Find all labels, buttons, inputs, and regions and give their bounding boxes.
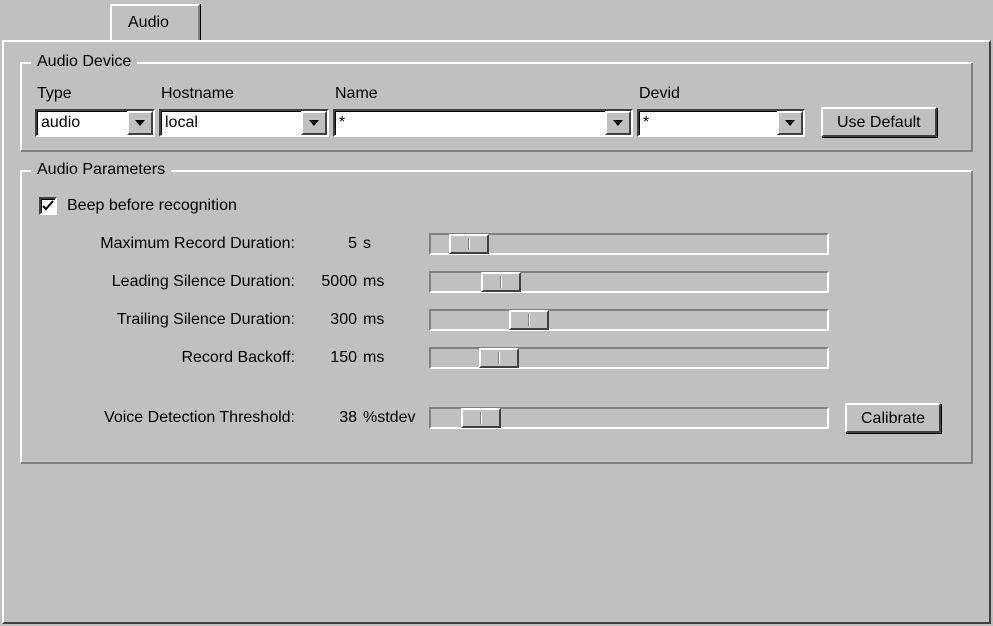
devid-combo[interactable]: *: [637, 109, 805, 137]
lead-silence-label: Leading Silence Duration:: [35, 273, 299, 291]
tab-bar: Audio: [2, 0, 993, 40]
trail-silence-value: 300: [299, 311, 357, 329]
hostname-label: Hostname: [159, 85, 329, 103]
audio-panel: Audio Device Type audio Hostname local: [2, 40, 991, 624]
audio-device-legend: Audio Device: [31, 53, 137, 71]
devid-field: Devid *: [637, 85, 805, 137]
record-backoff-unit: ms: [357, 349, 429, 367]
devid-label: Devid: [637, 85, 805, 103]
dropdown-icon[interactable]: [605, 111, 631, 135]
type-field: Type audio: [35, 85, 155, 137]
vdt-slider[interactable]: [429, 407, 829, 429]
audio-parameters-legend: Audio Parameters: [31, 161, 171, 179]
type-combo[interactable]: audio: [35, 109, 155, 137]
hostname-combo[interactable]: local: [159, 109, 329, 137]
audio-device-group: Audio Device Type audio Hostname local: [20, 62, 973, 152]
name-value: *: [335, 111, 605, 135]
slider-thumb[interactable]: [481, 272, 521, 292]
trail-silence-label: Trailing Silence Duration:: [35, 311, 299, 329]
max-record-label: Maximum Record Duration:: [35, 235, 299, 253]
vdt-row: Voice Detection Threshold: 38 %stdev Cal…: [35, 403, 958, 433]
lead-silence-row: Leading Silence Duration: 5000 ms: [35, 271, 958, 293]
max-record-slider[interactable]: [429, 233, 829, 255]
beep-checkbox[interactable]: [39, 197, 57, 215]
lead-silence-value: 5000: [299, 273, 357, 291]
trail-silence-unit: ms: [357, 311, 429, 329]
slider-thumb[interactable]: [449, 234, 489, 254]
hostname-value: local: [161, 111, 301, 135]
audio-parameters-group: Audio Parameters Beep before recognition…: [20, 170, 973, 464]
trail-silence-row: Trailing Silence Duration: 300 ms: [35, 309, 958, 331]
vdt-unit: %stdev: [357, 409, 429, 427]
vdt-value: 38: [299, 409, 357, 427]
max-record-row: Maximum Record Duration: 5 s: [35, 233, 958, 255]
dropdown-icon[interactable]: [777, 111, 803, 135]
record-backoff-row: Record Backoff: 150 ms: [35, 347, 958, 369]
type-value: audio: [37, 111, 127, 135]
type-label: Type: [35, 85, 155, 103]
lead-silence-unit: ms: [357, 273, 429, 291]
slider-thumb[interactable]: [509, 310, 549, 330]
calibrate-label: Calibrate: [861, 410, 925, 427]
tab-audio-label: Audio: [128, 14, 169, 31]
max-record-value: 5: [299, 235, 357, 253]
use-default-label: Use Default: [837, 114, 921, 131]
slider-thumb[interactable]: [479, 348, 519, 368]
name-field: Name *: [333, 85, 633, 137]
dropdown-icon[interactable]: [301, 111, 327, 135]
dropdown-icon[interactable]: [127, 111, 153, 135]
slider-thumb[interactable]: [461, 408, 501, 428]
record-backoff-slider[interactable]: [429, 347, 829, 369]
trail-silence-slider[interactable]: [429, 309, 829, 331]
record-backoff-value: 150: [299, 349, 357, 367]
devid-value: *: [639, 111, 777, 135]
hostname-field: Hostname local: [159, 85, 329, 137]
calibrate-button[interactable]: Calibrate: [845, 403, 941, 433]
beep-label: Beep before recognition: [67, 197, 237, 215]
name-combo[interactable]: *: [333, 109, 633, 137]
use-default-button[interactable]: Use Default: [821, 107, 937, 137]
max-record-unit: s: [357, 235, 429, 253]
lead-silence-slider[interactable]: [429, 271, 829, 293]
tab-audio[interactable]: Audio: [110, 4, 200, 40]
name-label: Name: [333, 85, 633, 103]
record-backoff-label: Record Backoff:: [35, 349, 299, 367]
vdt-label: Voice Detection Threshold:: [35, 409, 299, 427]
